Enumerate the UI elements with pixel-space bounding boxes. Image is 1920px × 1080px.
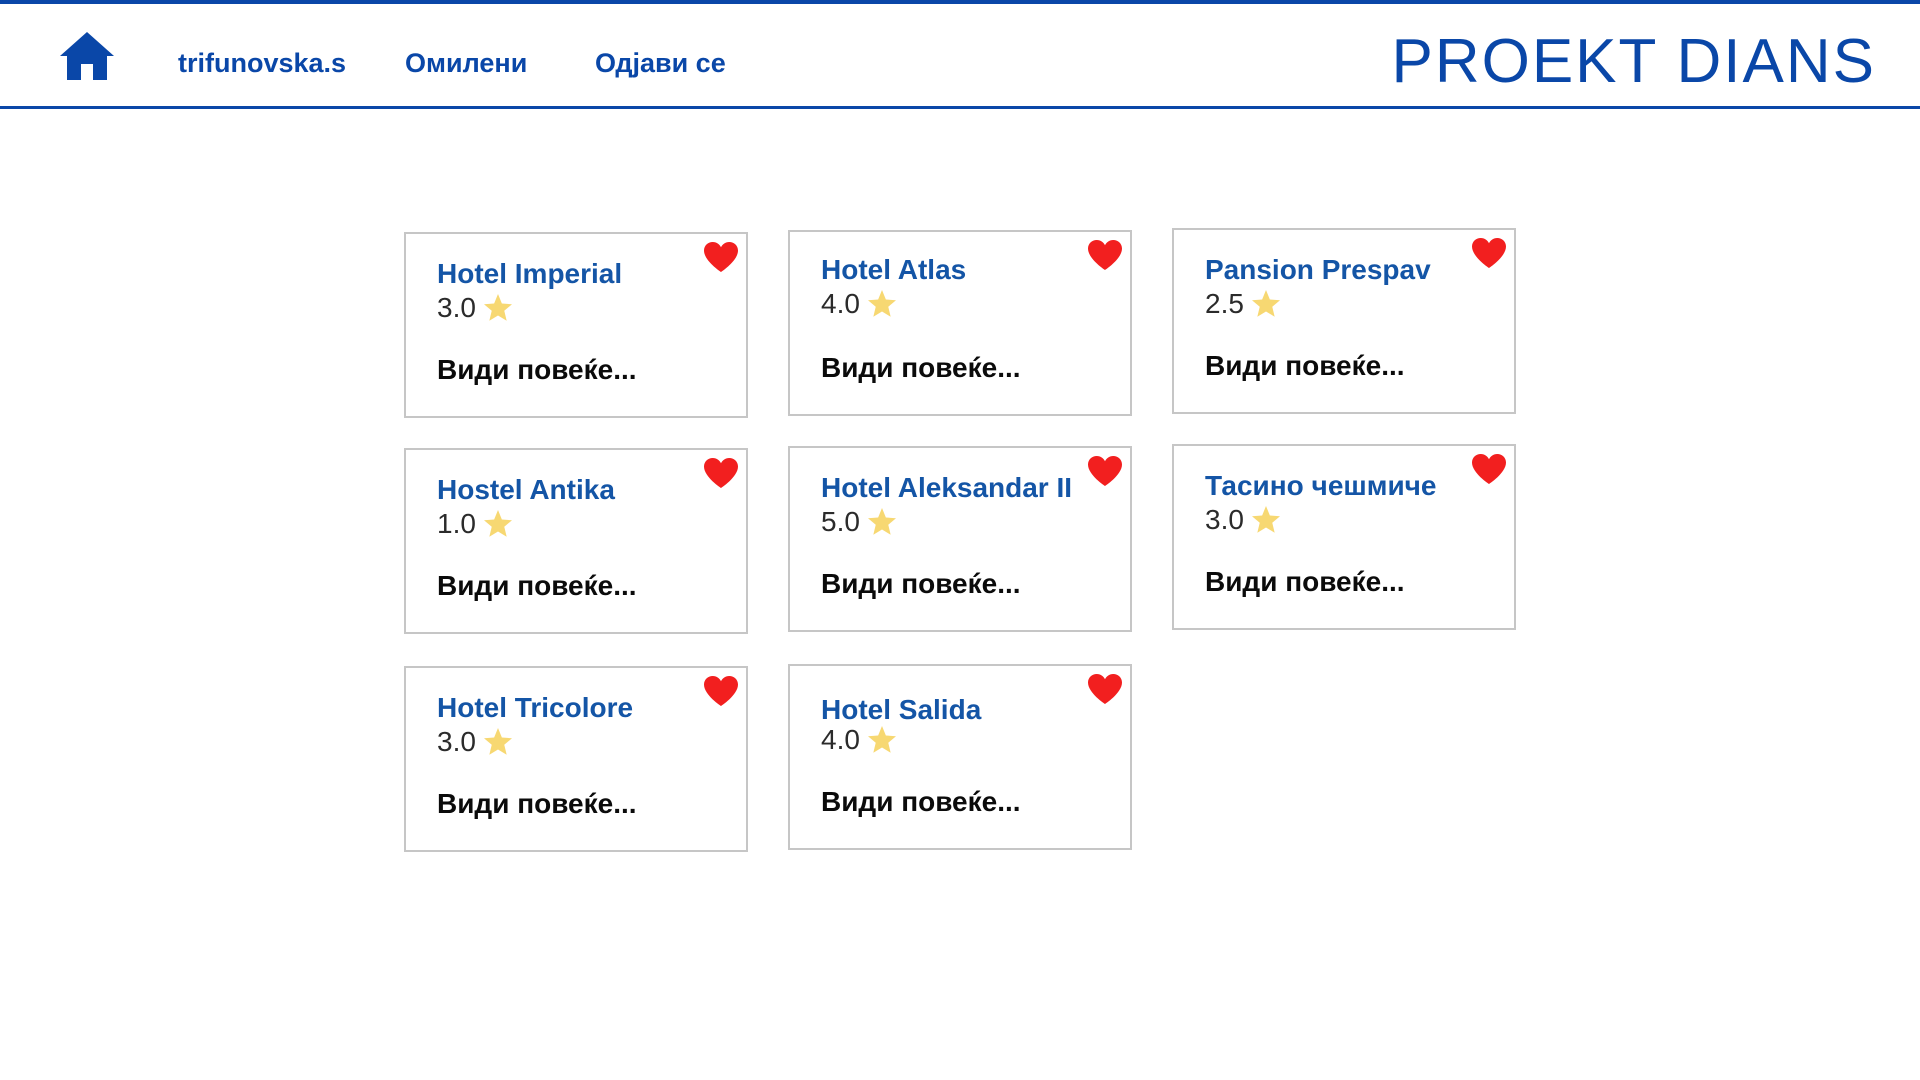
heart-icon[interactable] bbox=[1471, 237, 1507, 269]
hotel-card[interactable]: Hostel Antika 1.0 Види повеќе... bbox=[404, 448, 748, 634]
hotel-rating: 4.0 bbox=[821, 288, 898, 320]
see-more-link[interactable]: Види повеќе... bbox=[437, 788, 637, 820]
hotel-name[interactable]: Тасино чешмиче bbox=[1205, 470, 1436, 502]
star-icon bbox=[867, 290, 896, 317]
hotel-card[interactable]: Hotel Aleksandar II 5.0 Види повеќе... bbox=[788, 446, 1132, 632]
rating-value: 3.0 bbox=[437, 726, 476, 757]
heart-icon[interactable] bbox=[703, 241, 739, 273]
hotel-name[interactable]: Pansion Prespav bbox=[1205, 254, 1431, 286]
rating-value: 5.0 bbox=[821, 506, 860, 537]
hotel-card[interactable]: Pansion Prespav 2.5 Види повеќе... bbox=[1172, 228, 1516, 414]
hotel-name[interactable]: Hotel Atlas bbox=[821, 254, 966, 286]
rating-value: 2.5 bbox=[1205, 288, 1244, 319]
brand-title: PROEKT DIANS bbox=[1391, 27, 1876, 96]
hotel-card[interactable]: Hotel Tricolore 3.0 Види повеќе... bbox=[404, 666, 748, 852]
see-more-link[interactable]: Види повеќе... bbox=[437, 570, 637, 602]
hotel-name[interactable]: Hotel Imperial bbox=[437, 258, 622, 290]
star-icon bbox=[867, 726, 896, 753]
heart-icon[interactable] bbox=[1471, 453, 1507, 485]
hotel-rating: 3.0 bbox=[437, 292, 514, 324]
rating-value: 3.0 bbox=[1205, 504, 1244, 535]
hotel-rating: 3.0 bbox=[1205, 504, 1282, 536]
rating-value: 1.0 bbox=[437, 508, 476, 539]
star-icon bbox=[483, 510, 512, 537]
see-more-link[interactable]: Види повеќе... bbox=[821, 786, 1021, 818]
see-more-link[interactable]: Види повеќе... bbox=[437, 354, 637, 386]
heart-icon[interactable] bbox=[703, 457, 739, 489]
header: trifunovska.s Омилени Одјави се PROEKT D… bbox=[0, 4, 1920, 109]
see-more-link[interactable]: Види повеќе... bbox=[821, 352, 1021, 384]
home-icon[interactable] bbox=[58, 30, 116, 82]
hotel-card[interactable]: Hotel Salida 4.0 Види повеќе... bbox=[788, 664, 1132, 850]
hotel-card[interactable]: Hotel Atlas 4.0 Види повеќе... bbox=[788, 230, 1132, 416]
nav-logout-link[interactable]: Одјави се bbox=[595, 48, 726, 79]
hotel-name[interactable]: Hotel Salida bbox=[821, 694, 981, 726]
nav-username-link[interactable]: trifunovska.s bbox=[178, 48, 346, 79]
hotel-rating: 3.0 bbox=[437, 726, 514, 758]
hotel-rating: 1.0 bbox=[437, 508, 514, 540]
star-icon bbox=[483, 294, 512, 321]
star-icon bbox=[867, 508, 896, 535]
rating-value: 4.0 bbox=[821, 288, 860, 319]
hotel-rating: 5.0 bbox=[821, 506, 898, 538]
heart-icon[interactable] bbox=[1087, 673, 1123, 705]
hotel-name[interactable]: Hotel Tricolore bbox=[437, 692, 633, 724]
hotel-card[interactable]: Тасино чешмиче 3.0 Види повеќе... bbox=[1172, 444, 1516, 630]
star-icon bbox=[483, 728, 512, 755]
heart-icon[interactable] bbox=[703, 675, 739, 707]
hotel-rating: 4.0 bbox=[821, 724, 898, 756]
heart-icon[interactable] bbox=[1087, 455, 1123, 487]
hotel-name[interactable]: Hostel Antika bbox=[437, 474, 615, 506]
rating-value: 3.0 bbox=[437, 292, 476, 323]
hotel-rating: 2.5 bbox=[1205, 288, 1282, 320]
see-more-link[interactable]: Види повеќе... bbox=[821, 568, 1021, 600]
nav-favorites-link[interactable]: Омилени bbox=[405, 48, 527, 79]
hotel-card[interactable]: Hotel Imperial 3.0 Види повеќе... bbox=[404, 232, 748, 418]
see-more-link[interactable]: Види повеќе... bbox=[1205, 566, 1405, 598]
star-icon bbox=[1251, 290, 1280, 317]
rating-value: 4.0 bbox=[821, 724, 860, 755]
star-icon bbox=[1251, 506, 1280, 533]
hotel-name[interactable]: Hotel Aleksandar II bbox=[821, 472, 1072, 504]
heart-icon[interactable] bbox=[1087, 239, 1123, 271]
see-more-link[interactable]: Види повеќе... bbox=[1205, 350, 1405, 382]
